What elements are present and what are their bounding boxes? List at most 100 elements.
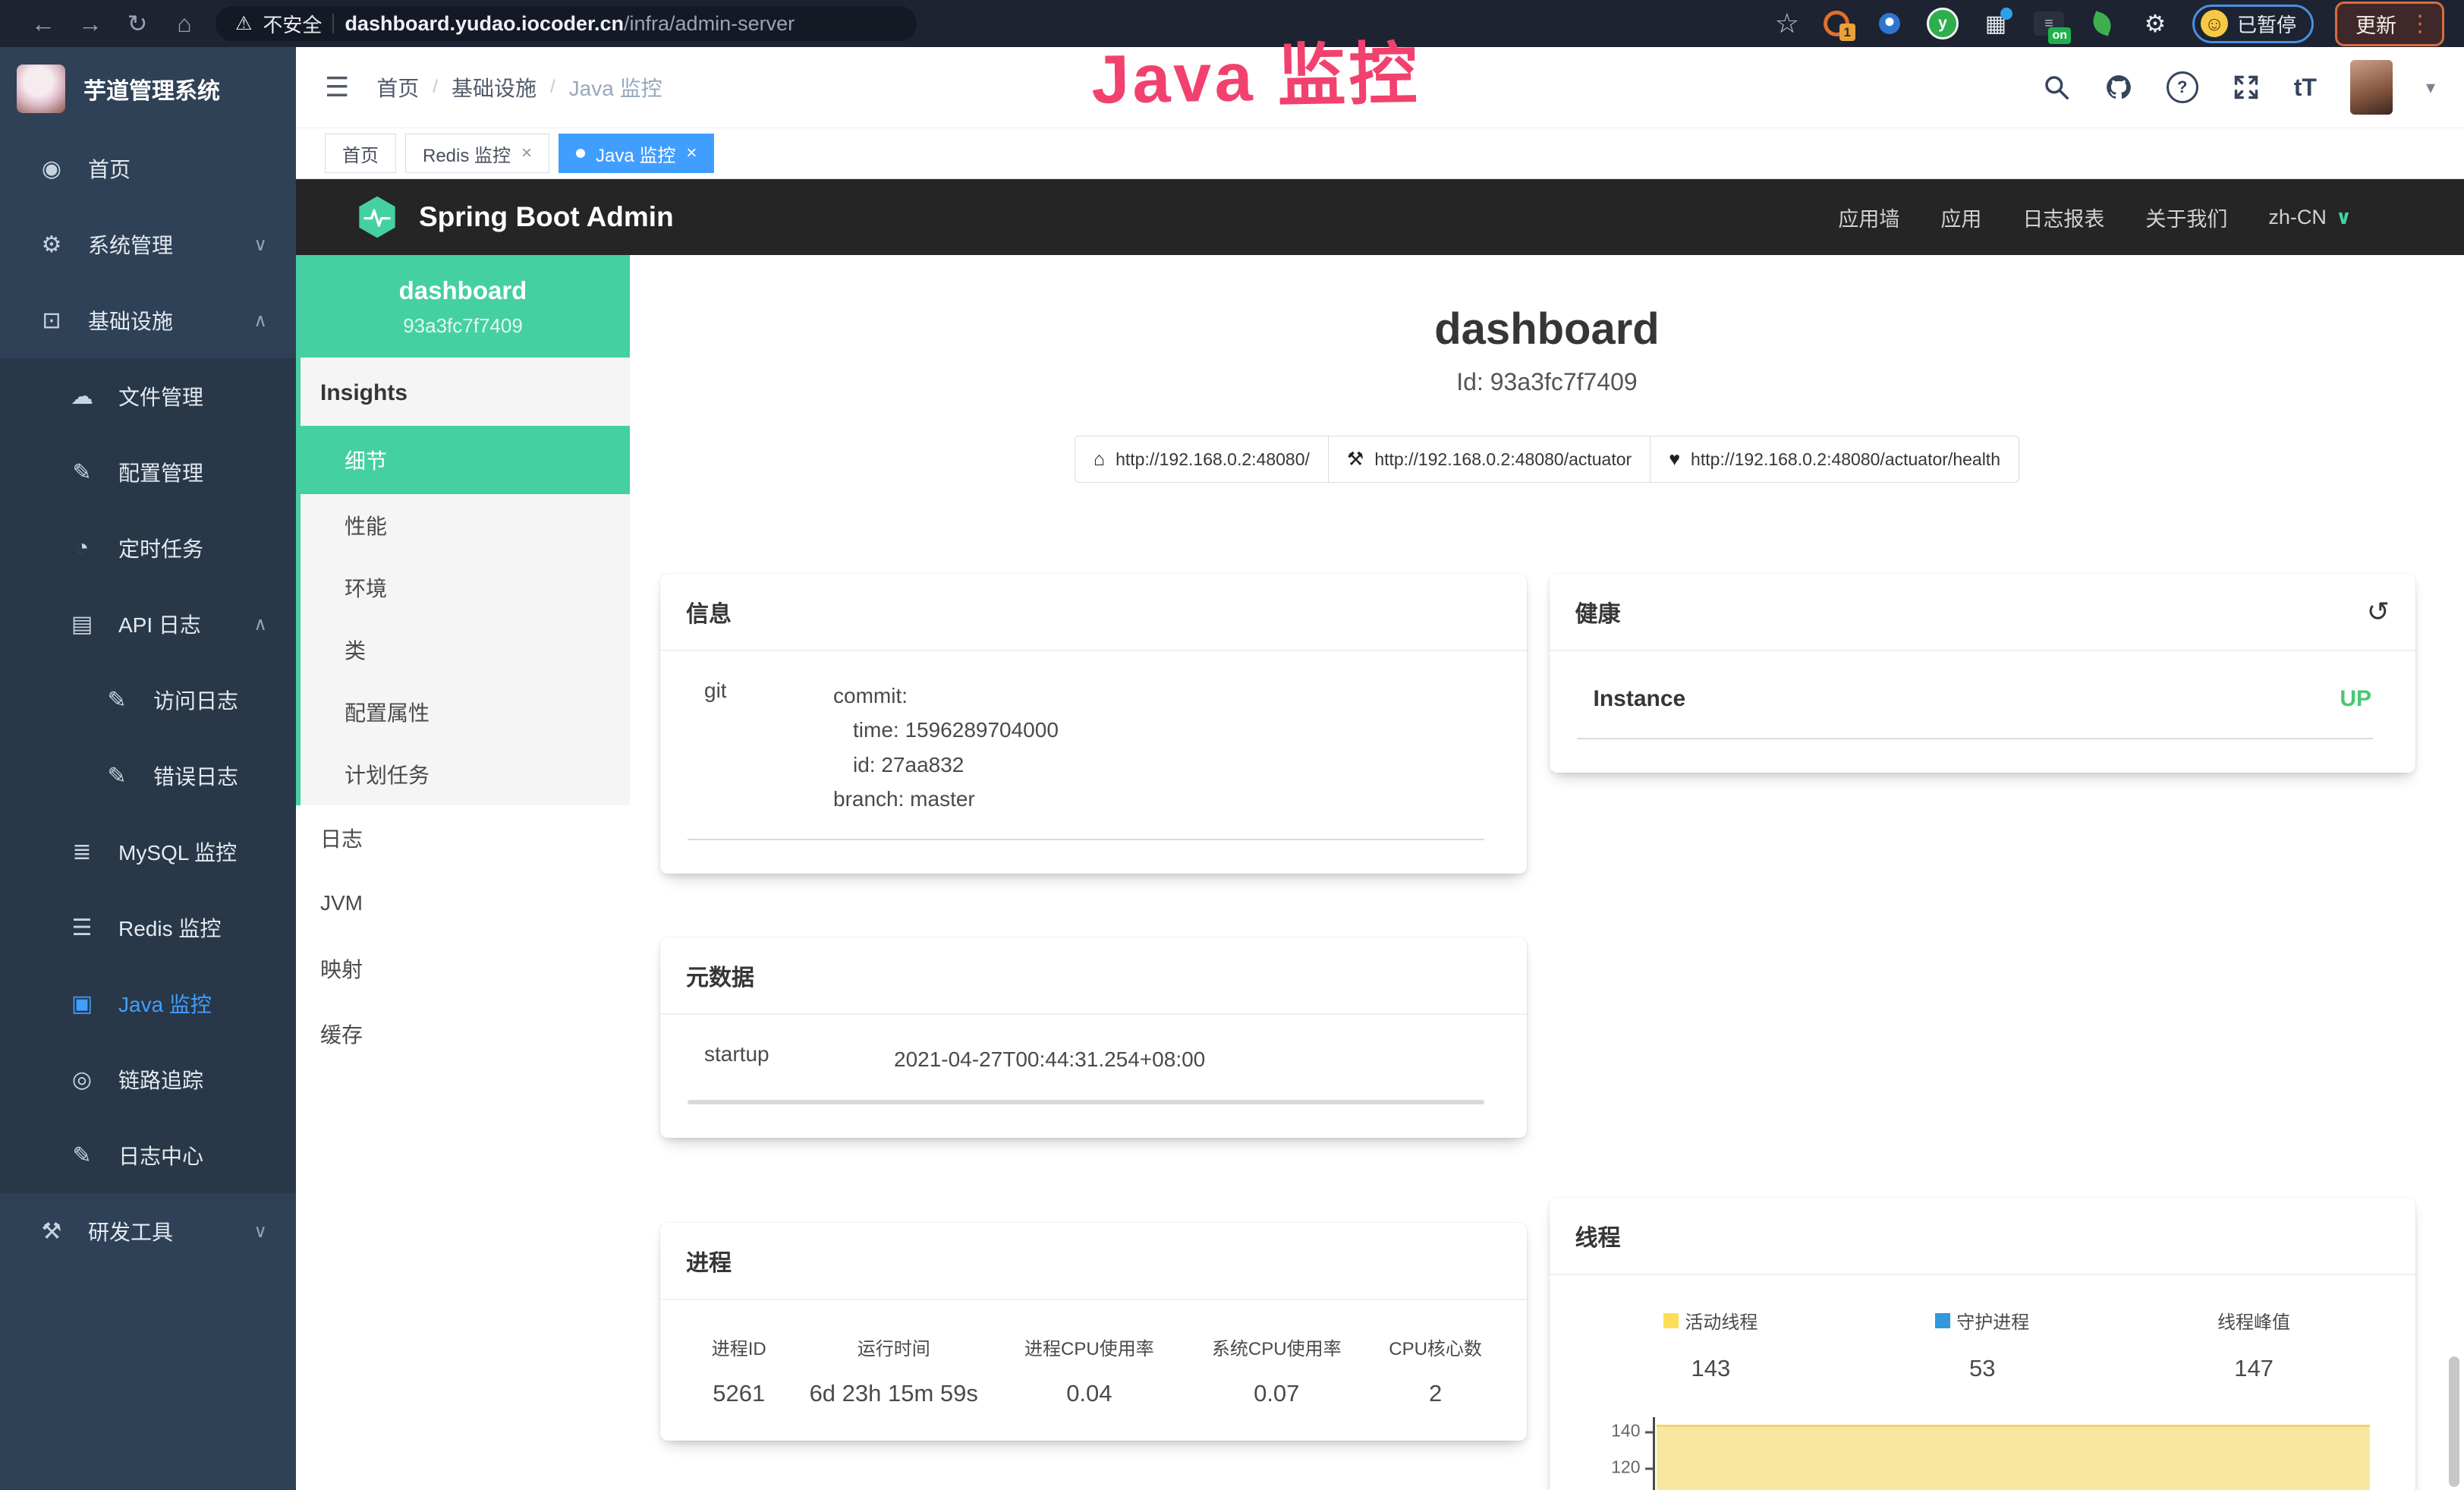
metadata-key: startup: [686, 1042, 894, 1076]
legend-blue-icon: [1935, 1313, 1950, 1328]
extension-pin-icon[interactable]: [1874, 8, 1905, 39]
sba-menu-classes[interactable]: 类: [301, 619, 630, 681]
info-value: commit: time: 1596289704000 id: 27aa832 …: [833, 679, 1059, 816]
kebab-menu-icon[interactable]: ⋮: [2409, 11, 2431, 37]
sba-menu-caches[interactable]: 缓存: [296, 1001, 630, 1066]
card-title: 健康: [1575, 595, 1621, 628]
chevron-up-icon: ∧: [253, 310, 267, 332]
close-icon[interactable]: ×: [686, 143, 697, 164]
chevron-down-icon: ∨: [253, 234, 267, 256]
text-size-icon[interactable]: tT: [2294, 74, 2317, 102]
back-icon[interactable]: ←: [20, 10, 67, 38]
sidebar-item-home[interactable]: ◉ 首页: [0, 131, 296, 206]
sidebar-item-redis[interactable]: ☰ Redis 监控: [0, 890, 296, 966]
vertical-scrollbar[interactable]: [2449, 1356, 2459, 1487]
emoji-face-icon: ☺: [2201, 10, 2228, 37]
bookmark-star-icon[interactable]: ☆: [1775, 8, 1799, 39]
help-icon[interactable]: ?: [2167, 71, 2198, 103]
tag-tab-bar: 首页 Redis 监控 × Java 监控 ×: [296, 128, 2464, 179]
sidebar-item-config[interactable]: ✎ 配置管理: [0, 434, 296, 510]
log-icon: ▤: [65, 611, 99, 638]
extension-grid-icon[interactable]: ▦: [1980, 8, 2012, 39]
card-title: 进程: [686, 1244, 732, 1277]
github-icon[interactable]: [2104, 73, 2133, 102]
sidebar-item-file[interactable]: ☁ 文件管理: [0, 358, 296, 434]
sidebar-item-api-log[interactable]: ▤ API 日志 ∧: [0, 586, 296, 662]
tab-label: Redis 监控: [423, 140, 511, 167]
hamburger-icon[interactable]: ☰: [325, 71, 349, 103]
breadcrumb-home[interactable]: 首页: [376, 72, 419, 102]
extension-sprout-icon[interactable]: [2086, 8, 2118, 39]
instance-header[interactable]: dashboard 93a3fc7f7409: [296, 255, 630, 358]
metadata-row: startup 2021-04-27T00:44:31.254+08:00: [686, 1042, 1501, 1076]
search-icon[interactable]: [2042, 73, 2071, 102]
sba-nav-journal[interactable]: 日志报表: [2022, 203, 2104, 232]
sba-menu-jvm[interactable]: JVM: [296, 871, 630, 936]
fullscreen-icon[interactable]: [2232, 73, 2261, 102]
sidebar-item-mysql[interactable]: ≣ MySQL 监控: [0, 814, 296, 890]
health-card-body: Instance UP: [1550, 651, 2416, 773]
browser-home-icon[interactable]: ⌂: [161, 10, 208, 38]
sba-menu-configprops[interactable]: 配置属性: [301, 681, 630, 743]
paused-label: 已暂停: [2237, 10, 2296, 38]
tab-redis-monitor[interactable]: Redis 监控 ×: [405, 134, 549, 173]
sba-body: dashboard 93a3fc7f7409 Insights 细节 性能 环境…: [296, 255, 2464, 1490]
error-log-icon: ✎: [100, 763, 134, 789]
close-icon[interactable]: ×: [521, 143, 532, 164]
extension-switch-icon[interactable]: ≡on: [2033, 8, 2065, 39]
update-browser-button[interactable]: 更新 ⋮: [2335, 2, 2444, 46]
cloud-upload-icon: ☁: [65, 383, 99, 410]
extension-colorzilla-icon[interactable]: 1: [1820, 8, 1852, 39]
grid-icon: ▦: [1985, 11, 2006, 37]
metadata-card-body: startup 2021-04-27T00:44:31.254+08:00: [660, 1015, 1527, 1137]
stat-value: 53: [1846, 1355, 2118, 1382]
actuator-url-button[interactable]: ⚒ http://192.168.0.2:48080/actuator: [1328, 436, 1651, 483]
sidebar-item-infra[interactable]: ⊡ 基础设施 ∧: [0, 282, 296, 358]
breadcrumb-infra[interactable]: 基础设施: [452, 72, 537, 102]
leaf-icon: [2089, 11, 2114, 36]
sba-menu-logs[interactable]: 日志: [296, 805, 630, 871]
not-secure-warning-icon: ⚠: [235, 12, 252, 35]
avatar-caret-icon[interactable]: ▾: [2426, 77, 2435, 99]
sidebar-item-system[interactable]: ⚙ 系统管理 ∨: [0, 206, 296, 282]
sba-menu-scheduled[interactable]: 计划任务: [301, 743, 630, 805]
health-url-button[interactable]: ♥ http://192.168.0.2:48080/actuator/heal…: [1650, 436, 2019, 483]
address-bar[interactable]: ⚠ 不安全 dashboard.yudao.iocoder.cn/infra/a…: [216, 6, 917, 41]
extension-y-icon[interactable]: y: [1927, 8, 1959, 39]
sidebar-item-trace[interactable]: ◎ 链路追踪: [0, 1041, 296, 1117]
sba-menu-details[interactable]: 细节: [301, 426, 630, 494]
sba-nav-wallboard[interactable]: 应用墙: [1838, 203, 1899, 232]
process-card: 进程 进程ID 5261 运行时间: [660, 1223, 1527, 1441]
sba-menu-mappings[interactable]: 映射: [296, 936, 630, 1001]
sidebar-item-job[interactable]: ◔ 定时任务: [0, 510, 296, 586]
history-icon[interactable]: ↺: [2367, 596, 2390, 628]
git-time-line: time: 1596289704000: [833, 713, 1059, 747]
sba-nav-about[interactable]: 关于我们: [2145, 203, 2227, 232]
sba-menu-env[interactable]: 环境: [301, 556, 630, 619]
user-avatar[interactable]: [2350, 60, 2393, 115]
tab-java-monitor[interactable]: Java 监控 ×: [559, 134, 714, 173]
sidebar-item-error-log[interactable]: ✎ 错误日志: [0, 738, 296, 814]
cell-value: 0.04: [996, 1380, 1183, 1407]
forward-icon[interactable]: →: [67, 10, 114, 38]
profile-paused-pill[interactable]: ☺ 已暂停: [2192, 5, 2314, 43]
sba-nav-applications[interactable]: 应用: [1940, 203, 1981, 232]
sidebar-item-access-log[interactable]: ✎ 访问日志: [0, 662, 296, 738]
home-icon: ⌂: [1094, 449, 1105, 471]
service-url: http://192.168.0.2:48080/: [1116, 449, 1310, 470]
tab-home[interactable]: 首页: [325, 134, 396, 173]
row-divider: [688, 839, 1484, 840]
sba-menu-metrics[interactable]: 性能: [301, 494, 630, 556]
reload-icon[interactable]: ↻: [114, 9, 161, 38]
locale-select[interactable]: zh-CN ∨: [2268, 206, 2352, 229]
column-header: 系统CPU使用率: [1183, 1334, 1370, 1360]
extensions-puzzle-icon[interactable]: ⚙: [2139, 8, 2171, 39]
log-center-icon: ✎: [65, 1142, 99, 1169]
sidebar-item-devtools[interactable]: ⚒ 研发工具 ∨: [0, 1193, 296, 1269]
sba-brand-title: Spring Boot Admin: [419, 201, 674, 233]
sidebar-item-log-center[interactable]: ✎ 日志中心: [0, 1117, 296, 1193]
sidebar-item-java[interactable]: ▣ Java 监控: [0, 966, 296, 1041]
process-col-pid: 进程ID 5261: [686, 1334, 792, 1407]
service-url-button[interactable]: ⌂ http://192.168.0.2:48080/: [1075, 436, 1329, 483]
spring-boot-admin-logo-icon: [355, 195, 399, 239]
